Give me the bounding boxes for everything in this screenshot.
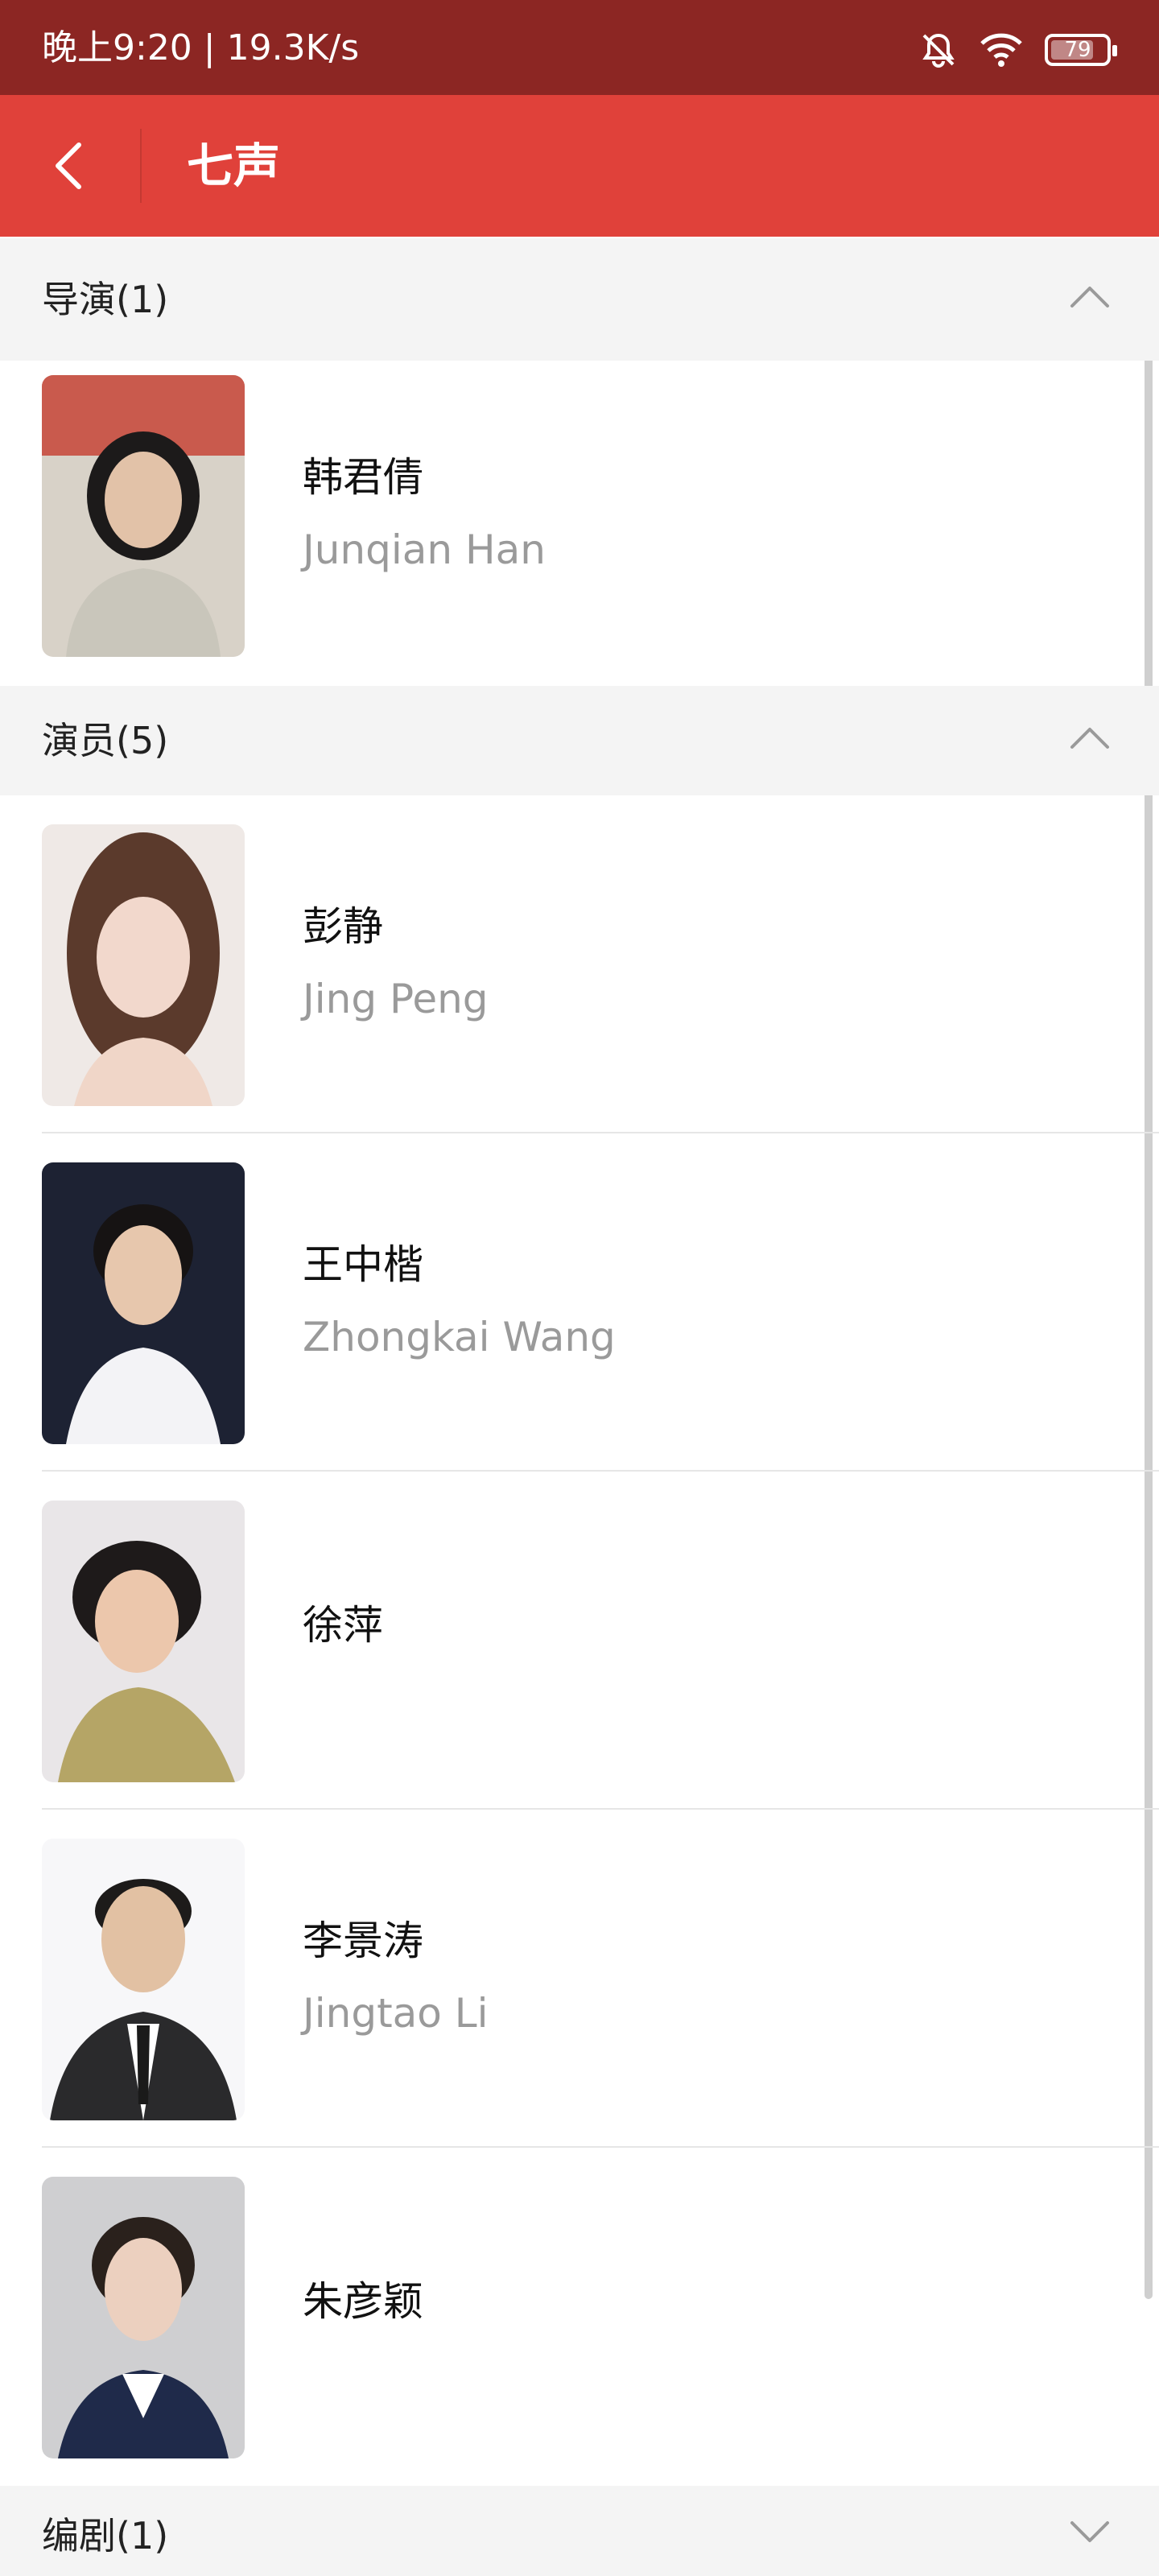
person-name-cn: 徐萍 — [303, 1602, 383, 1649]
person-name-en: Jingtao Li — [303, 1990, 489, 2037]
section-header-directors[interactable]: 导演(1) — [0, 238, 1159, 361]
app-bar: 七声 — [0, 95, 1159, 237]
person-row-li[interactable]: 李景涛 Jingtao Li — [0, 1824, 1159, 2162]
battery-level: 79 — [1064, 38, 1091, 62]
person-name-cn: 李景涛 — [303, 1918, 423, 1964]
person-name-cn: 王中楷 — [303, 1241, 423, 1288]
divider — [42, 1470, 1159, 1472]
section-title: 编剧(1) — [42, 2514, 169, 2557]
person-name-en: Junqian Han — [303, 526, 546, 573]
person-row-peng[interactable]: 彭静 Jing Peng — [0, 810, 1159, 1148]
person-row-zhu[interactable]: 朱彦颖 — [0, 2162, 1159, 2500]
avatar — [42, 2177, 245, 2458]
person-name-en: Jing Peng — [303, 976, 489, 1022]
person-row-wang[interactable]: 王中楷 Zhongkai Wang — [0, 1148, 1159, 1486]
person-name-cn: 彭静 — [303, 903, 383, 950]
chevron-left-icon — [56, 142, 81, 189]
chevron-up-icon — [1070, 728, 1109, 749]
chevron-down-icon — [1070, 2521, 1109, 2542]
avatar — [42, 375, 245, 657]
avatar — [42, 1162, 245, 1444]
chevron-up-icon — [1070, 287, 1109, 308]
app-bar-divider — [140, 129, 142, 203]
divider — [42, 2146, 1159, 2148]
avatar — [42, 1839, 245, 2120]
person-row-han[interactable]: 韩君倩 Junqian Han — [0, 361, 1159, 699]
bell-off-icon — [922, 33, 955, 68]
status-icons: 79 — [919, 27, 1117, 72]
person-row-xu[interactable]: 徐萍 — [0, 1486, 1159, 1824]
page-title: 七声 — [187, 138, 281, 193]
section-title: 导演(1) — [42, 278, 169, 321]
section-header-writers[interactable]: 编剧(1) — [0, 2486, 1159, 2576]
wifi-icon — [980, 33, 1022, 67]
status-bar: 晚上9:20 | 19.3K/s 79 — [0, 0, 1159, 95]
section-header-actors[interactable]: 演员(5) — [0, 686, 1159, 795]
avatar — [42, 824, 245, 1106]
section-title: 演员(5) — [42, 719, 169, 762]
person-name-en: Zhongkai Wang — [303, 1314, 616, 1360]
divider — [42, 1132, 1159, 1133]
divider — [42, 1808, 1159, 1810]
person-name-cn: 韩君倩 — [303, 454, 423, 501]
avatar — [42, 1501, 245, 1782]
status-time-speed: 晚上9:20 | 19.3K/s — [42, 27, 360, 68]
back-button[interactable] — [32, 126, 113, 206]
person-name-cn: 朱彦颖 — [303, 2278, 423, 2325]
battery-icon: 79 — [1045, 34, 1117, 66]
